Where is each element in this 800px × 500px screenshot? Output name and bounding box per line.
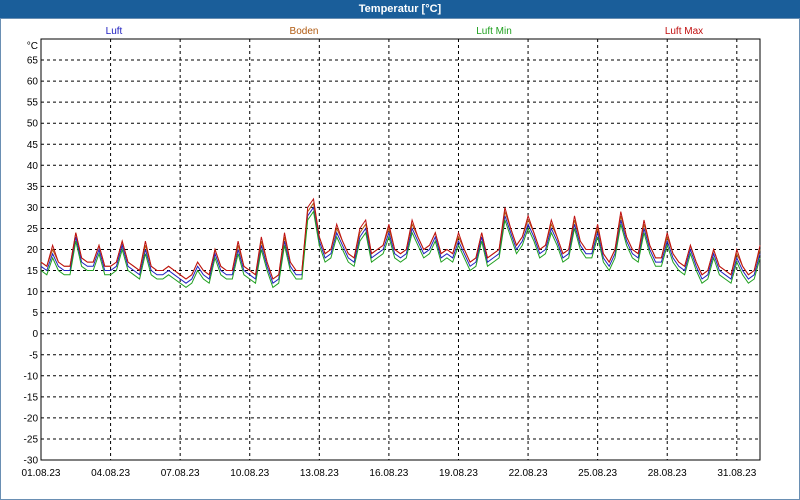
temperature-chart: 65605550454035302520151050-5-10-15-20-25… <box>22 26 761 479</box>
y-tick-label: 65 <box>27 56 39 67</box>
x-tick-label: 19.08.23 <box>439 468 478 479</box>
series-line-luft <box>40 206 761 285</box>
x-tick-label: 01.08.23 <box>22 468 61 479</box>
y-tick-label: -5 <box>29 350 38 361</box>
y-tick-label: 15 <box>27 266 39 277</box>
y-tick-label: 10 <box>27 287 39 298</box>
legend-entry-luft-max: Luft Max <box>665 26 703 37</box>
y-tick-label: -20 <box>24 413 39 424</box>
y-tick-label: -10 <box>24 371 39 382</box>
y-tick-label: 30 <box>27 203 39 214</box>
x-tick-label: 25.08.23 <box>578 468 617 479</box>
y-tick-label: 35 <box>27 182 39 193</box>
x-tick-label: 04.08.23 <box>91 468 130 479</box>
chart-frame: 65 60 55 50 45 40 35 30 25 20 15 10 5 0 -5 -10 -15 -20 -25… <box>0 18 800 500</box>
y-axis-unit: °C <box>27 41 38 52</box>
x-tick-label: 10.08.23 <box>230 468 269 479</box>
legend-entry-boden: Boden <box>290 26 319 37</box>
x-tick-label: 22.08.23 <box>509 468 548 479</box>
legend-entry-luft: Luft <box>106 26 123 37</box>
y-tick-label: 45 <box>27 140 39 151</box>
legend-entry-luft-min: Luft Min <box>476 26 512 37</box>
y-tick-label: 5 <box>32 308 38 319</box>
y-tick-label: 55 <box>27 98 39 109</box>
x-tick-label: 31.08.23 <box>717 468 756 479</box>
y-tick-label: -15 <box>24 392 39 403</box>
x-tick-label: 16.08.23 <box>369 468 408 479</box>
y-tick-label: 0 <box>32 329 38 340</box>
y-tick-label: 40 <box>27 161 39 172</box>
y-tick-label: -30 <box>24 456 39 467</box>
y-tick-label: -25 <box>24 434 39 445</box>
y-tick-label: 50 <box>27 119 39 130</box>
x-tick-label: 13.08.23 <box>300 468 339 479</box>
window-title: Temperatur [°C] <box>0 0 800 19</box>
y-tick-label: 60 <box>27 77 39 88</box>
y-tick-label: 25 <box>27 224 39 235</box>
x-tick-label: 28.08.23 <box>648 468 687 479</box>
y-tick-label: 20 <box>27 245 39 256</box>
x-tick-label: 07.08.23 <box>161 468 200 479</box>
